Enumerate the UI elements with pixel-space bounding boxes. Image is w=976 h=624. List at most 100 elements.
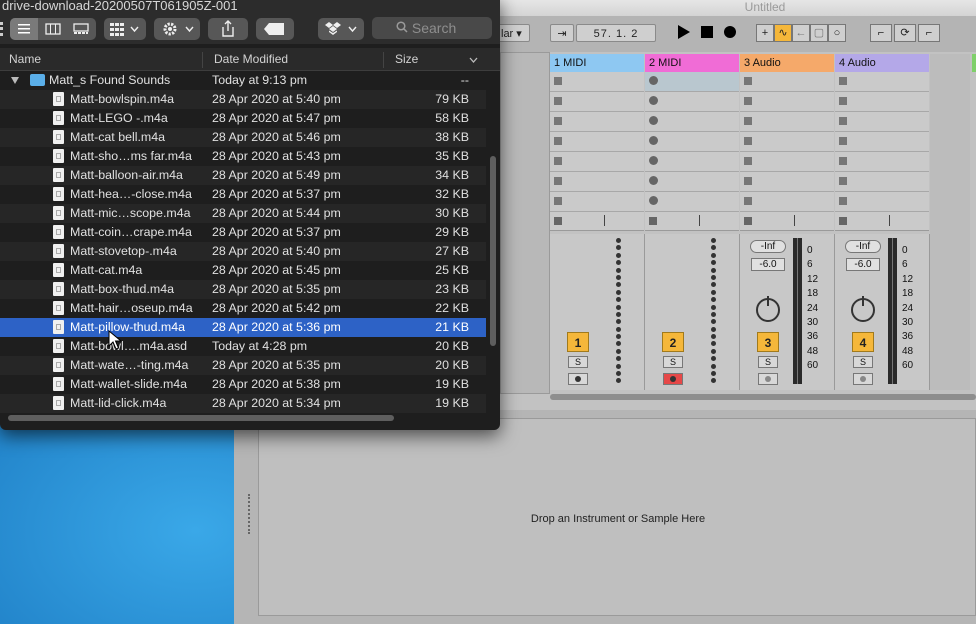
size-column-header[interactable]: Size bbox=[395, 52, 418, 66]
clip-slot[interactable] bbox=[835, 152, 929, 172]
track-activator[interactable]: 4 bbox=[852, 332, 874, 352]
track-header[interactable]: 3 Audio bbox=[740, 54, 834, 72]
solo-button[interactable]: S bbox=[853, 356, 873, 368]
arm-button[interactable] bbox=[568, 373, 588, 385]
session-record-button[interactable]: ○ bbox=[828, 24, 846, 42]
record-icon[interactable] bbox=[722, 24, 738, 40]
clip-slot[interactable] bbox=[550, 132, 644, 152]
file-row[interactable]: Matt-cat.m4a 28 Apr 2020 at 5:45 pm 25 KB bbox=[0, 261, 486, 280]
pan-knob[interactable] bbox=[851, 296, 875, 322]
capture-button[interactable]: ▢ bbox=[810, 24, 828, 42]
search-field[interactable]: Search bbox=[372, 17, 492, 39]
clip-slot[interactable] bbox=[550, 172, 644, 192]
file-row[interactable]: Matt-sho…ms far.m4a 28 Apr 2020 at 5:43 p… bbox=[0, 147, 486, 166]
clip-slot[interactable] bbox=[550, 72, 644, 92]
name-column-header[interactable]: Name bbox=[9, 52, 41, 66]
gallery-view-icon[interactable] bbox=[68, 18, 94, 40]
disclosure-triangle-icon[interactable] bbox=[11, 77, 19, 84]
clip-stop-button[interactable] bbox=[835, 212, 929, 231]
loop-switch-left[interactable]: ⌐ bbox=[870, 24, 892, 42]
track-activator[interactable]: 2 bbox=[662, 332, 684, 352]
clip-slot[interactable] bbox=[740, 92, 834, 112]
vertical-scrollbar[interactable] bbox=[490, 156, 496, 346]
clip-slot[interactable] bbox=[835, 172, 929, 192]
tags-button[interactable] bbox=[256, 18, 294, 40]
session-scrollbar[interactable] bbox=[550, 394, 976, 400]
clip-stop-button[interactable] bbox=[645, 212, 739, 231]
clip-slot[interactable] bbox=[740, 132, 834, 152]
track-header[interactable]: 2 MIDI bbox=[645, 54, 739, 72]
action-menu-button[interactable] bbox=[154, 18, 200, 40]
file-row[interactable]: Matt-wallet-slide.m4a 28 Apr 2020 at 5:38… bbox=[0, 375, 486, 394]
overdub-button[interactable]: + bbox=[756, 24, 774, 42]
clip-slot[interactable] bbox=[740, 192, 834, 212]
arm-button[interactable] bbox=[758, 373, 778, 385]
device-drop-area[interactable]: Drop an Instrument or Sample Here bbox=[258, 418, 976, 616]
song-position-field[interactable]: 57. 1. 2 bbox=[576, 24, 656, 42]
file-row[interactable]: Matt-hea…-close.m4a 28 Apr 2020 at 5:37 p… bbox=[0, 185, 486, 204]
volume-field[interactable]: -6.0 bbox=[846, 258, 880, 271]
clip-stop-button[interactable] bbox=[740, 212, 834, 231]
clip-slot[interactable] bbox=[645, 192, 739, 212]
dropbox-button[interactable] bbox=[318, 18, 364, 40]
file-row[interactable]: Matt-mic…scope.m4a 28 Apr 2020 at 5:44 pm… bbox=[0, 204, 486, 223]
file-row[interactable]: Matt-cat bell.m4a 28 Apr 2020 at 5:46 pm 3… bbox=[0, 128, 486, 147]
pan-knob[interactable] bbox=[756, 296, 780, 322]
back-forward-icon[interactable] bbox=[0, 22, 7, 36]
file-row[interactable]: Matt-hair…oseup.m4a 28 Apr 2020 at 5:42 p… bbox=[0, 299, 486, 318]
clip-slot[interactable] bbox=[835, 132, 929, 152]
clip-slot[interactable] bbox=[550, 192, 644, 212]
folder-row[interactable]: Matt_s Found Sounds Today at 9:13 pm -- bbox=[0, 71, 486, 90]
arm-button[interactable] bbox=[853, 373, 873, 385]
file-row[interactable]: Matt-stovetop-.m4a 28 Apr 2020 at 5:40 pm… bbox=[0, 242, 486, 261]
track-activator[interactable]: 1 bbox=[567, 332, 589, 352]
track-header[interactable]: 4 Audio bbox=[835, 54, 929, 72]
file-row[interactable]: Matt-bowl….m4a.asd Today at 4:28 pm 20 KB bbox=[0, 337, 486, 356]
solo-button[interactable]: S bbox=[758, 356, 778, 368]
loop-button[interactable]: ⟳ bbox=[894, 24, 916, 42]
clip-slot[interactable] bbox=[835, 92, 929, 112]
file-row[interactable]: Matt-bowlspin.m4a 28 Apr 2020 at 5:40 pm 7… bbox=[0, 90, 486, 109]
sort-chevron-icon[interactable] bbox=[469, 57, 478, 63]
clip-stop-button[interactable] bbox=[550, 212, 644, 231]
file-row[interactable]: Matt-wate…-ting.m4a 28 Apr 2020 at 5:35 p… bbox=[0, 356, 486, 375]
file-row[interactable]: Matt-balloon-air.m4a 28 Apr 2020 at 5:49 … bbox=[0, 166, 486, 185]
clip-slot[interactable] bbox=[740, 112, 834, 132]
clip-slot[interactable] bbox=[740, 72, 834, 92]
solo-button[interactable]: S bbox=[568, 356, 588, 368]
clip-slot[interactable] bbox=[645, 152, 739, 172]
clip-slot[interactable] bbox=[645, 112, 739, 132]
clip-slot[interactable] bbox=[645, 132, 739, 152]
solo-button[interactable]: S bbox=[663, 356, 683, 368]
clip-slot[interactable] bbox=[835, 192, 929, 212]
clip-slot[interactable] bbox=[645, 172, 739, 192]
play-icon[interactable] bbox=[676, 24, 692, 40]
track-header[interactable]: 1 MIDI bbox=[550, 54, 644, 72]
volume-field[interactable]: -6.0 bbox=[751, 258, 785, 271]
stop-icon[interactable] bbox=[699, 24, 715, 40]
file-row[interactable]: Matt-LEGO -.m4a 28 Apr 2020 at 5:47 pm 58 … bbox=[0, 109, 486, 128]
track-activator[interactable]: 3 bbox=[757, 332, 779, 352]
clip-slot[interactable] bbox=[740, 172, 834, 192]
clip-slot[interactable] bbox=[645, 72, 739, 92]
automation-arm-button[interactable]: ∿ bbox=[774, 24, 792, 42]
clip-slot[interactable] bbox=[645, 92, 739, 112]
clip-slot[interactable] bbox=[835, 72, 929, 92]
send-value[interactable]: -Inf bbox=[845, 240, 881, 253]
clip-slot[interactable] bbox=[740, 152, 834, 172]
file-row[interactable]: Matt-pillow-thud.m4a 28 Apr 2020 at 5:36 … bbox=[0, 318, 486, 337]
send-value[interactable]: -Inf bbox=[750, 240, 786, 253]
detail-resize-handle[interactable] bbox=[248, 494, 253, 534]
group-by-button[interactable] bbox=[104, 18, 146, 40]
file-row[interactable]: Matt-box-thud.m4a 28 Apr 2020 at 5:35 pm 2… bbox=[0, 280, 486, 299]
punch-out-button[interactable]: ⌐ bbox=[918, 24, 940, 42]
re-enable-automation-button[interactable]: ← bbox=[792, 24, 810, 42]
clip-slot[interactable] bbox=[835, 112, 929, 132]
horizontal-scrollbar[interactable] bbox=[8, 415, 394, 421]
column-view-icon[interactable] bbox=[40, 18, 66, 40]
date-column-header[interactable]: Date Modified bbox=[214, 52, 288, 66]
arm-button[interactable] bbox=[663, 373, 683, 385]
clip-slot[interactable] bbox=[550, 152, 644, 172]
file-row[interactable]: Matt-coin…crape.m4a 28 Apr 2020 at 5:37 p… bbox=[0, 223, 486, 242]
list-view-button[interactable] bbox=[10, 18, 38, 40]
